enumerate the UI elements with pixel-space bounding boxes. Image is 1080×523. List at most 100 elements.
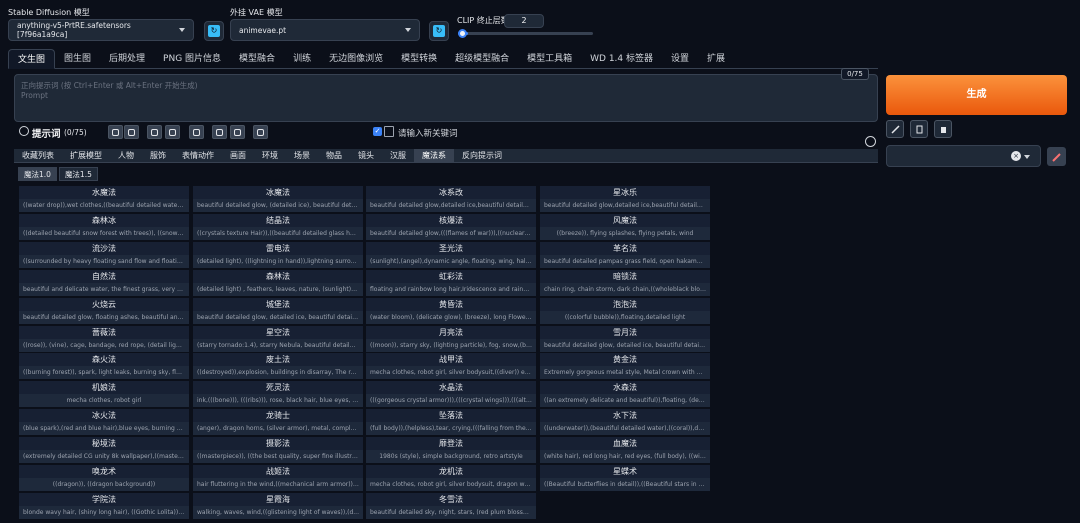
magic-card[interactable]: 龙骑士 (anger), dragon horns, (silver armor)… [193, 409, 363, 436]
tab-11[interactable]: 设置 [662, 49, 698, 69]
paste-button[interactable] [886, 120, 904, 138]
positive-prompt-input[interactable]: 正向提示词 (按 Ctrl+Enter 或 Alt+Enter 开始生成) Pr… [14, 74, 878, 122]
magic-card[interactable]: 森林法 (detailed light) , feathers, leaves, … [193, 269, 363, 296]
category-tab-0[interactable]: 收藏列表 [14, 149, 62, 162]
tab-0[interactable]: 文生图 [8, 49, 56, 69]
helper-btn-6[interactable] [212, 125, 227, 139]
category-tab-10[interactable]: 汉服 [382, 149, 414, 162]
clear-icon[interactable]: × [1011, 151, 1021, 161]
magic-card[interactable]: 森火法 ((burning forest)), spark, light leak… [19, 353, 189, 380]
magic-card[interactable]: 水下法 ((underwater)),(beautiful detailed wa… [540, 409, 710, 436]
magic-card[interactable]: 摄影法 ((masterpiece)), ((the best quality, … [193, 437, 363, 464]
magic-card[interactable]: 圣光法 (sunlight),(angel),dynamic angle, flo… [366, 241, 536, 268]
vae-select[interactable]: animevae.pt [230, 19, 420, 41]
magic-card[interactable]: 流沙法 ((surrounded by heavy floating sand f… [19, 241, 189, 268]
tab-2[interactable]: 后期处理 [100, 49, 154, 69]
clip-slider-knob[interactable] [458, 29, 467, 38]
expand-helper-icon[interactable] [19, 126, 29, 136]
helper-btn-4[interactable] [165, 125, 180, 139]
magic-card[interactable]: 虹彩法 floating and rainbow long hair,Irides… [366, 269, 536, 296]
magic-card[interactable]: 暗锁法 chain ring, chain storm, dark chain,(… [540, 269, 710, 296]
helper-btn-8[interactable] [253, 125, 268, 139]
category-tab-1[interactable]: 扩展模型 [62, 149, 110, 162]
magic-card[interactable]: 泡泡法 ((colorful bubble)),floating,detailed… [540, 297, 710, 324]
collapse-icon[interactable] [865, 136, 876, 147]
category-tab-3[interactable]: 服饰 [142, 149, 174, 162]
tab-7[interactable]: 模型转换 [392, 49, 446, 69]
magic-card[interactable]: 冬雪法 beautiful detailed sky, night, stars,… [366, 492, 536, 519]
helper-btn-1[interactable] [108, 125, 123, 139]
category-tab-4[interactable]: 表情动作 [174, 149, 222, 162]
helper-btn-5[interactable] [189, 125, 204, 139]
helper-btn-3[interactable] [147, 125, 162, 139]
magic-card[interactable]: 血魔法 (white hair), red long hair, red eyes… [540, 437, 710, 464]
new-keyword-checkbox[interactable]: ✓ [373, 127, 382, 136]
magic-card[interactable]: 冰火法 (blue spark),(red and blue hair),blue… [19, 409, 189, 436]
tab-6[interactable]: 无边图像浏览 [320, 49, 392, 69]
magic-card[interactable]: 星空法 (starry tornado:1.4), starry Nebula, … [193, 325, 363, 352]
category-tab-5[interactable]: 画面 [222, 149, 254, 162]
refresh-vae-button[interactable]: ↻ [429, 21, 449, 41]
clip-slider-track[interactable] [458, 32, 593, 35]
tab-10[interactable]: WD 1.4 标签器 [581, 49, 662, 69]
magic-card[interactable]: 冰系改 beautiful detailed glow,detailed ice,… [366, 186, 536, 212]
tab-5[interactable]: 训练 [284, 49, 320, 69]
magic-card[interactable]: 蔷薇法 ((rose)), (vine), cage, bandage, red … [19, 325, 189, 352]
magic-card[interactable]: 自然法 beautiful and delicate water, the fin… [19, 269, 189, 296]
tab-12[interactable]: 扩展 [698, 49, 734, 69]
magic-card[interactable]: 水魔法 ((water drop)),wet clothes,((beautifu… [19, 186, 189, 212]
magic-card[interactable]: 靡登法 1980s (style), simple background, ret… [366, 437, 536, 464]
magic-card[interactable]: 风魔法 ((breeze)), flying splashes, flying p… [540, 213, 710, 240]
magic-card[interactable]: 雪月法 beautiful detailed glow, detailed ice… [540, 325, 710, 352]
apply-style-button[interactable] [1047, 147, 1066, 166]
magic-card[interactable]: 城堡法 beautiful detailed glow, detailed ice… [193, 297, 363, 324]
magic-card[interactable]: 结晶法 ((crystals texture Hair)),((beautiful… [193, 213, 363, 240]
category-tab-7[interactable]: 场景 [286, 149, 318, 162]
trash-button[interactable] [934, 120, 952, 138]
magic-card[interactable]: 黄金法 Extremely gorgeous metal style, Metal… [540, 353, 710, 380]
copy-button[interactable] [910, 120, 928, 138]
magic-card[interactable]: 战姬法 hair fluttering in the wind,((mechani… [193, 465, 363, 491]
magic-card[interactable]: 星霞海 walking, waves, wind,((glistening lig… [193, 492, 363, 519]
model-select[interactable]: anything-v5-PrtRE.safetensors [7f96a1a9c… [8, 19, 194, 41]
magic-card[interactable]: 水森法 ((an extremely delicate and beautiful… [540, 381, 710, 408]
category-tab-11[interactable]: 魔法系 [414, 149, 454, 162]
magic-card[interactable]: 雷电法 (detailed light), ((lightning in hand… [193, 241, 363, 268]
category-tab-12[interactable]: 反向提示词 [454, 149, 510, 162]
magic-card[interactable]: 坠落法 (full body)),(helpless),tear, crying,… [366, 409, 536, 436]
subtab-1[interactable]: 魔法1.5 [58, 167, 98, 181]
helper-btn-2[interactable] [124, 125, 139, 139]
category-tab-2[interactable]: 人物 [110, 149, 142, 162]
generate-button[interactable]: 生成 [886, 75, 1067, 115]
magic-card[interactable]: 龙机法 mecha clothes, robot girl, silver bod… [366, 465, 536, 491]
subtab-0[interactable]: 魔法1.0 [18, 167, 57, 181]
magic-card[interactable]: 死灵法 ink,(((bone))), (((ribs))), rose, bla… [193, 381, 363, 408]
tab-8[interactable]: 超级模型融合 [446, 49, 518, 69]
magic-card[interactable]: 黄昏法 (water bloom), (delicate glow), (bree… [366, 297, 536, 324]
magic-card[interactable]: 月亮法 ((moon)), starry sky, (lighting parti… [366, 325, 536, 352]
category-tab-8[interactable]: 物品 [318, 149, 350, 162]
magic-card[interactable]: 森林冰 ((detailed beautiful snow forest with… [19, 213, 189, 240]
helper-btn-7[interactable] [230, 125, 245, 139]
magic-card[interactable]: 火烧云 beautiful detailed glow, floating ash… [19, 297, 189, 324]
category-tab-9[interactable]: 镜头 [350, 149, 382, 162]
tab-4[interactable]: 模型融合 [230, 49, 284, 69]
magic-card[interactable]: 秘境法 (extremely detailed CG unity 8k wallp… [19, 437, 189, 464]
magic-card[interactable]: 冰魔法 beautiful detailed glow, (detailed ic… [193, 186, 363, 212]
magic-card[interactable]: 唤龙术 ((dragon)), ((dragon background)) [19, 465, 189, 491]
clip-number-input[interactable]: 2 [504, 14, 544, 28]
magic-card[interactable]: 革名法 beautiful detailed pampas grass field… [540, 241, 710, 268]
magic-card[interactable]: 废土法 ((destroyed)),explosion, buildings in… [193, 353, 363, 380]
category-tab-6[interactable]: 环境 [254, 149, 286, 162]
magic-card[interactable]: 星蝶术 ((Beautiful butterflies in detail)),(… [540, 465, 710, 491]
tab-3[interactable]: PNG 图片信息 [154, 49, 230, 69]
magic-card[interactable]: 水晶法 (((gorgeous crystal armor))),(((cryst… [366, 381, 536, 408]
tab-1[interactable]: 图生图 [55, 49, 100, 69]
magic-card[interactable]: 核爆法 beautiful detailed glow,(((flames of … [366, 213, 536, 240]
magic-card[interactable]: 战甲法 mecha clothes, robot girl, silver bod… [366, 353, 536, 380]
refresh-model-button[interactable]: ↻ [204, 21, 224, 41]
magic-card[interactable]: 学院法 blonde wavy hair, (shiny long hair), … [19, 492, 189, 519]
magic-card[interactable]: 机娘法 mecha clothes, robot girl [19, 381, 189, 408]
tab-9[interactable]: 模型工具箱 [518, 49, 581, 69]
magic-card[interactable]: 星冰乐 beautiful detailed glow,detailed ice,… [540, 186, 710, 212]
